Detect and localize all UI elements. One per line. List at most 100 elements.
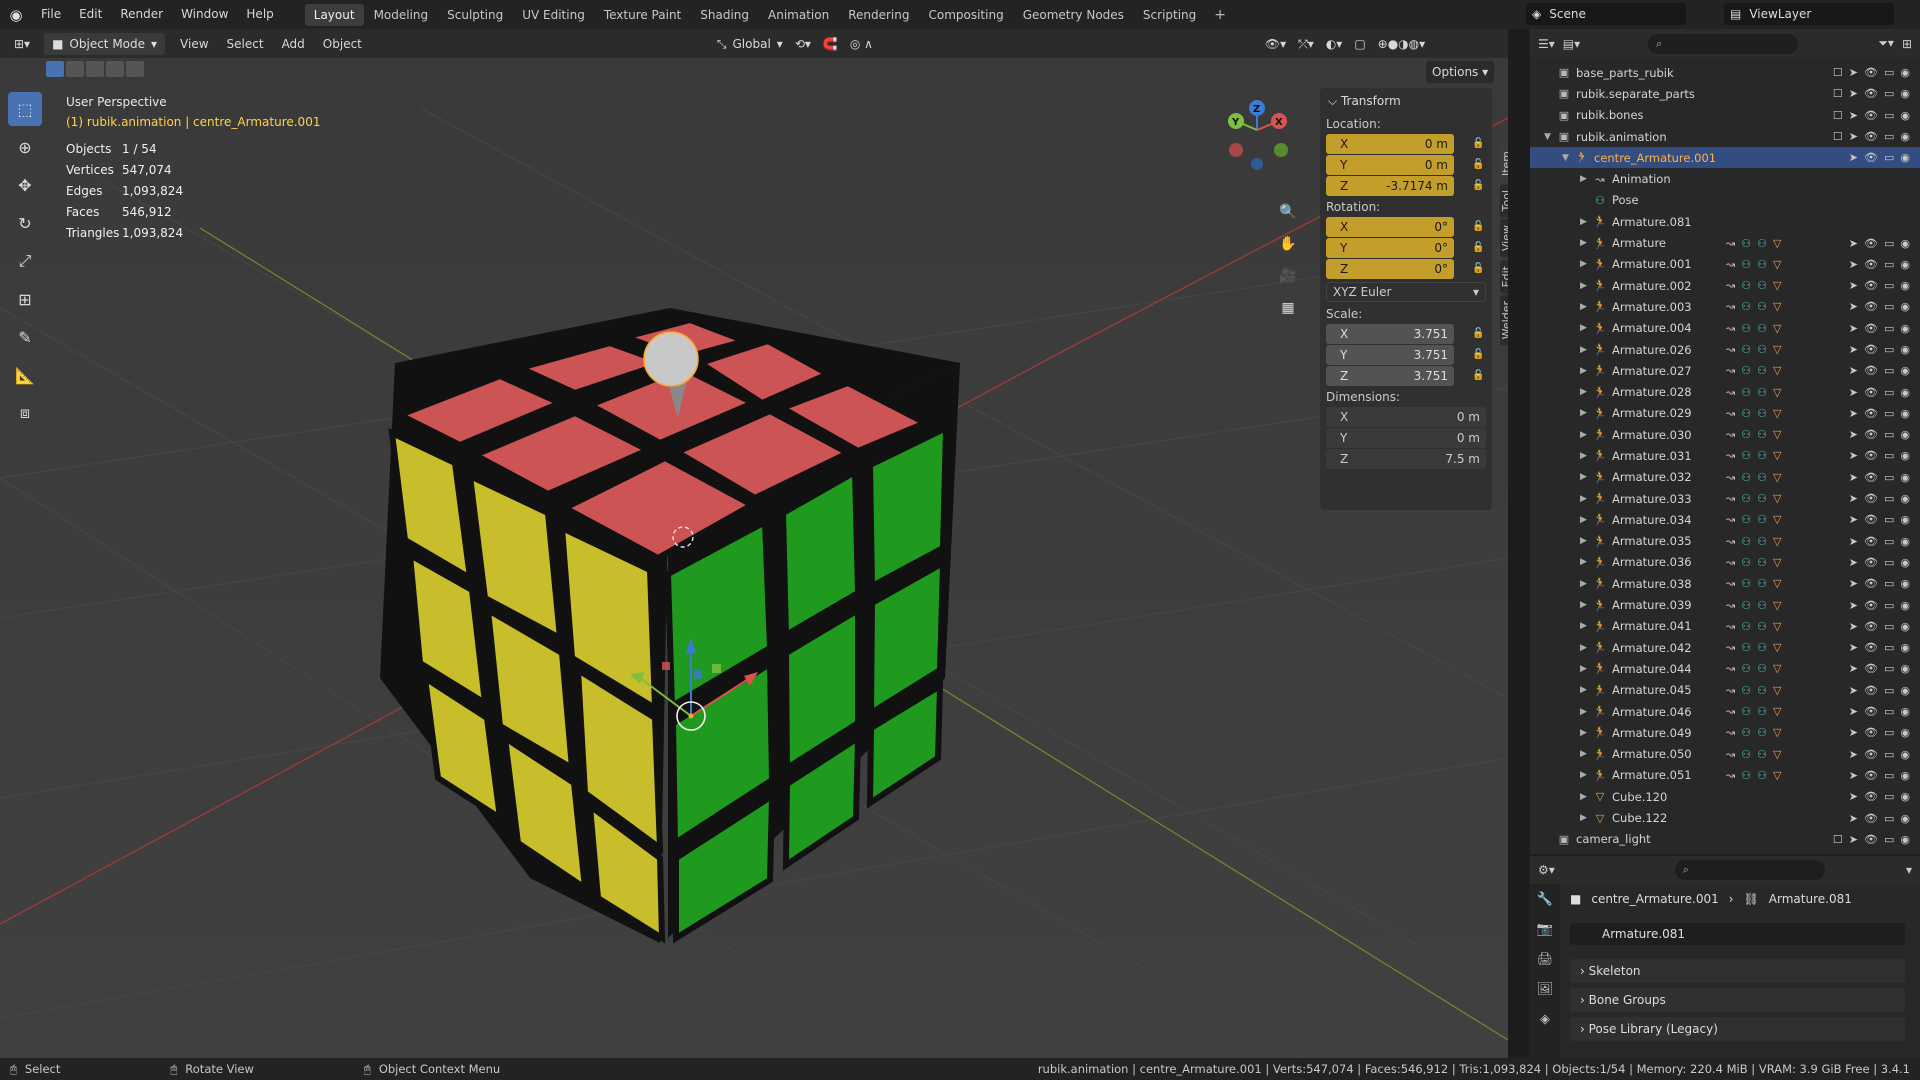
select-arrow-icon[interactable]: ➤	[1849, 449, 1858, 462]
select-arrow-icon[interactable]: ➤	[1849, 726, 1858, 739]
camera-icon[interactable]: ◉	[1900, 428, 1910, 441]
expand-toggle-icon[interactable]: ▶	[1580, 387, 1592, 397]
monitor-icon[interactable]: ▭	[1884, 343, 1894, 356]
outliner-row[interactable]: ▶ 🏃 Armature.035 ↝ ⚇ ⚇ ▽ ➤ 👁 ▭ ◉	[1530, 531, 1920, 552]
tab-modeling[interactable]: Modeling	[365, 4, 438, 26]
blender-logo-icon[interactable]: ◉	[0, 0, 32, 29]
rotation-x-field[interactable]: X 0°	[1326, 217, 1454, 237]
viewport-menu-add[interactable]: Add	[273, 33, 314, 55]
select-arrow-icon[interactable]: ➤	[1849, 769, 1858, 782]
lock-icon[interactable]: 🔓	[1472, 263, 1486, 277]
camera-icon[interactable]: ◉	[1900, 87, 1910, 100]
lock-icon[interactable]: 🔓	[1472, 328, 1486, 342]
shading-modes-icon[interactable]: ⊕●◑◍▾	[1372, 33, 1432, 55]
monitor-icon[interactable]: ▭	[1884, 130, 1894, 143]
outliner-row[interactable]: ⚇ Pose	[1530, 190, 1920, 211]
view-layer-tab-icon[interactable]: 🖼	[1530, 974, 1560, 1004]
expand-toggle-icon[interactable]: ▶	[1580, 281, 1592, 291]
camera-icon[interactable]: ◉	[1900, 151, 1910, 164]
menu-help[interactable]: Help	[237, 0, 282, 29]
monitor-icon[interactable]: ▭	[1884, 492, 1894, 505]
monitor-icon[interactable]: ▭	[1884, 151, 1894, 164]
monitor-icon[interactable]: ▭	[1884, 364, 1894, 377]
checkbox-icon[interactable]: ☐	[1833, 66, 1843, 79]
eye-icon[interactable]: 👁	[1864, 364, 1878, 377]
monitor-icon[interactable]: ▭	[1884, 109, 1894, 122]
monitor-icon[interactable]: ▭	[1884, 833, 1894, 846]
lock-icon[interactable]: 🔓	[1472, 221, 1486, 235]
camera-icon[interactable]: ◉	[1900, 790, 1910, 803]
monitor-icon[interactable]: ▭	[1884, 471, 1894, 484]
grid-ortho-icon[interactable]: ▦	[1274, 294, 1302, 322]
pan-hand-icon[interactable]: ✋	[1274, 230, 1302, 258]
outliner-row[interactable]: ▶ 🏃 Armature.032 ↝ ⚇ ⚇ ▽ ➤ 👁 ▭ ◉	[1530, 467, 1920, 488]
move-tool-icon[interactable]: ✥	[8, 168, 42, 202]
outliner-row[interactable]: ▣ camera_light ☐ ➤ 👁 ▭ ◉	[1530, 829, 1920, 850]
eye-icon[interactable]: 👁	[1864, 343, 1878, 356]
expand-toggle-icon[interactable]: ▶	[1580, 707, 1592, 717]
sidebar-tab-view[interactable]: View	[1500, 219, 1508, 258]
tab-animation[interactable]: Animation	[759, 4, 838, 26]
camera-icon[interactable]: ◉	[1900, 748, 1910, 761]
select-arrow-icon[interactable]: ➤	[1849, 599, 1858, 612]
outliner-row[interactable]: ▶ 🏃 Armature.036 ↝ ⚇ ⚇ ▽ ➤ 👁 ▭ ◉	[1530, 552, 1920, 573]
monitor-icon[interactable]: ▭	[1884, 535, 1894, 548]
dimensions-x-field[interactable]: X 0 m	[1326, 407, 1486, 427]
expand-toggle-icon[interactable]: ▶	[1580, 494, 1592, 504]
tab-shading[interactable]: Shading	[691, 4, 758, 26]
eye-icon[interactable]: 👁	[1864, 769, 1878, 782]
eye-icon[interactable]: 👁	[1864, 812, 1878, 825]
expand-toggle-icon[interactable]: ▶	[1580, 515, 1592, 525]
outliner-row[interactable]: ▶ 🏃 Armature.028 ↝ ⚇ ⚇ ▽ ➤ 👁 ▭ ◉	[1530, 381, 1920, 402]
select-arrow-icon[interactable]: ➤	[1849, 130, 1858, 143]
camera-icon[interactable]: ◉	[1900, 407, 1910, 420]
monitor-icon[interactable]: ▭	[1884, 407, 1894, 420]
select-arrow-icon[interactable]: ➤	[1849, 535, 1858, 548]
monitor-icon[interactable]: ▭	[1884, 279, 1894, 292]
location-y-field[interactable]: Y 0 m	[1326, 155, 1454, 175]
menu-window[interactable]: Window	[172, 0, 237, 29]
editor-type-icon[interactable]: ⊞▾	[8, 33, 36, 55]
lock-icon[interactable]: 🔓	[1472, 138, 1486, 152]
select-arrow-icon[interactable]: ➤	[1849, 662, 1858, 675]
outliner-row[interactable]: ▶ 🏃 Armature.003 ↝ ⚇ ⚇ ▽ ➤ 👁 ▭ ◉	[1530, 296, 1920, 317]
transform-tool-icon[interactable]: ⊞	[8, 282, 42, 316]
expand-toggle-icon[interactable]: ▶	[1580, 408, 1592, 418]
eye-icon[interactable]: 👁	[1864, 258, 1878, 271]
camera-icon[interactable]: ◉	[1900, 386, 1910, 399]
eye-icon[interactable]: 👁	[1864, 513, 1878, 526]
viewport-menu-select[interactable]: Select	[218, 33, 273, 55]
eye-icon[interactable]: 👁	[1864, 641, 1878, 654]
outliner-row[interactable]: ▶ 🏃 Armature.081	[1530, 211, 1920, 232]
monitor-icon[interactable]: ▭	[1884, 87, 1894, 100]
tab-texture-paint[interactable]: Texture Paint	[595, 4, 690, 26]
expand-toggle-icon[interactable]: ▶	[1580, 430, 1592, 440]
proportional-edit-icon[interactable]: ◎ ∧	[844, 33, 879, 55]
eye-icon[interactable]: 👁	[1864, 620, 1878, 633]
editor-type-icon[interactable]: ☰▾	[1538, 37, 1555, 51]
eye-icon[interactable]: 👁	[1864, 705, 1878, 718]
eye-icon[interactable]: 👁	[1864, 535, 1878, 548]
display-mode-icon[interactable]: ▤▾	[1563, 37, 1580, 51]
menu-render[interactable]: Render	[111, 0, 172, 29]
scale-y-field[interactable]: Y 3.751	[1326, 345, 1454, 365]
viewlayer-selector[interactable]: ▤ ViewLayer	[1724, 3, 1894, 25]
eye-icon[interactable]: 👁	[1864, 833, 1878, 846]
expand-toggle-icon[interactable]: ▶	[1580, 323, 1592, 333]
eye-icon[interactable]: 👁	[1864, 130, 1878, 143]
monitor-icon[interactable]: ▭	[1884, 428, 1894, 441]
expand-toggle-icon[interactable]: ▶	[1580, 664, 1592, 674]
camera-icon[interactable]: ◉	[1900, 279, 1910, 292]
gizmo-toggle-icon[interactable]: ⤱▾	[1292, 33, 1320, 55]
eye-icon[interactable]: 👁	[1864, 662, 1878, 675]
select-arrow-icon[interactable]: ➤	[1849, 492, 1858, 505]
expand-toggle-icon[interactable]: ▶	[1580, 238, 1592, 248]
expand-toggle-icon[interactable]: ▶	[1580, 536, 1592, 546]
eye-icon[interactable]: 👁	[1864, 726, 1878, 739]
eye-icon[interactable]: 👁	[1864, 237, 1878, 250]
eye-icon[interactable]: 👁	[1864, 449, 1878, 462]
camera-icon[interactable]: ◉	[1900, 577, 1910, 590]
location-x-field[interactable]: X 0 m	[1326, 134, 1454, 154]
scale-x-field[interactable]: X 3.751	[1326, 324, 1454, 344]
outliner-row[interactable]: ▶ 🏃 Armature.026 ↝ ⚇ ⚇ ▽ ➤ 👁 ▭ ◉	[1530, 339, 1920, 360]
